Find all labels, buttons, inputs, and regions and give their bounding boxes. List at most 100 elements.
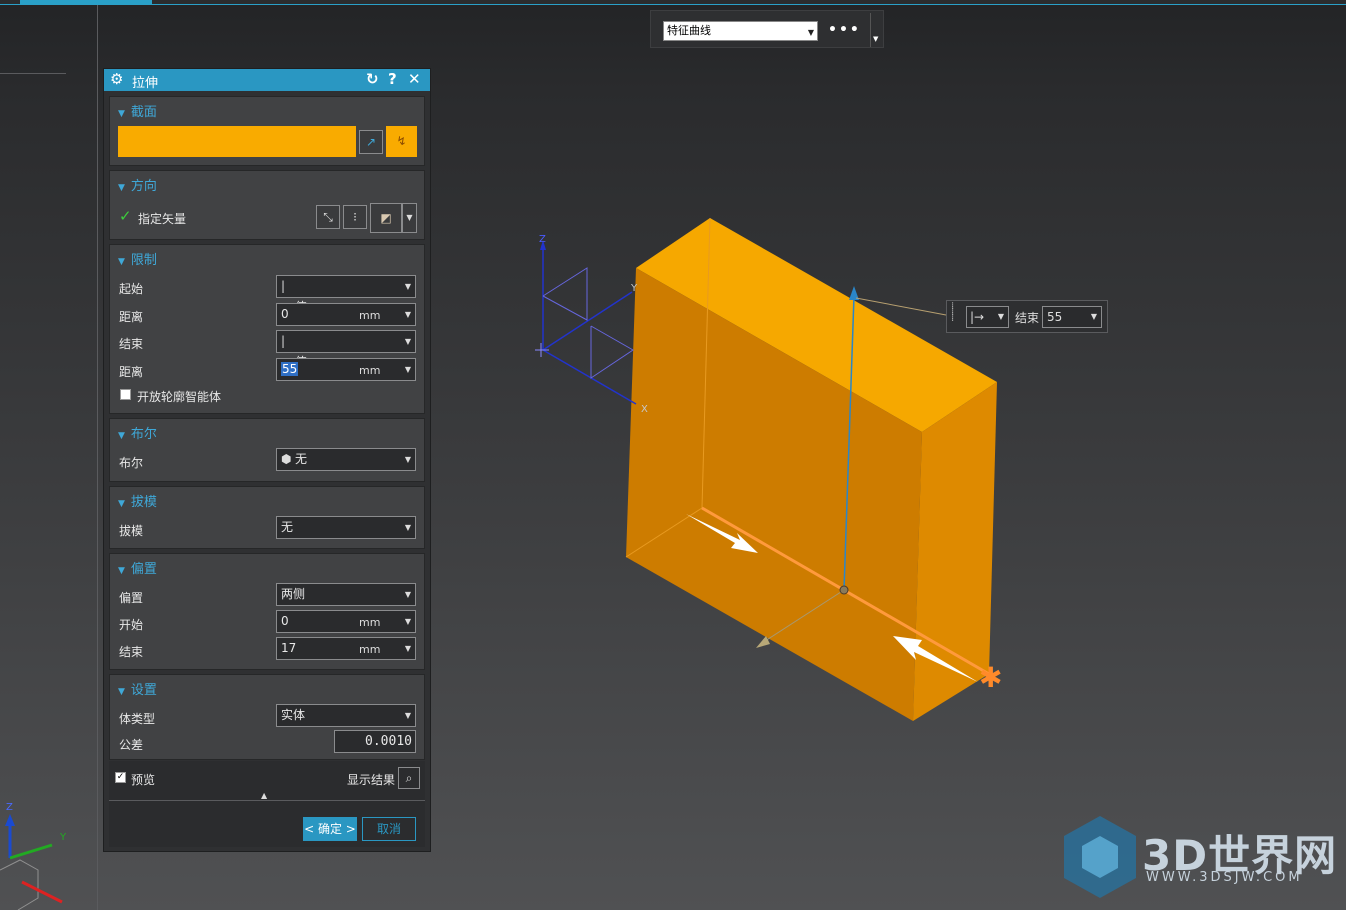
- draft-label: 拔模: [119, 524, 144, 538]
- curve-select-icon: ↯: [396, 134, 407, 148]
- tolerance-input[interactable]: 0.0010: [334, 730, 416, 753]
- view-triad-x-axis: [21, 880, 63, 904]
- face-normal-icon: ◩: [380, 211, 392, 225]
- sketch-section-button[interactable]: ↗: [359, 130, 383, 154]
- direction-group-header[interactable]: ▼ 方向: [118, 175, 157, 194]
- value-limit-icon: |→: [970, 310, 985, 324]
- magnifier-icon: ⌕: [405, 771, 413, 785]
- vector-options-dropdown[interactable]: ▼: [402, 203, 417, 233]
- handle-limit-type-select[interactable]: |→ ▼: [966, 306, 1009, 328]
- view-triad-y-label: Y: [59, 832, 67, 843]
- offset-end-input[interactable]: 17 mm ▼: [276, 637, 416, 660]
- chevron-down-icon: ▼: [404, 617, 411, 626]
- help-icon[interactable]: ?: [388, 70, 397, 88]
- start-distance-label: 距离: [119, 310, 144, 324]
- offset-type-select[interactable]: 两侧 ▼: [276, 583, 416, 606]
- end-distance-label: 距离: [119, 365, 144, 379]
- dialog-titlebar[interactable]: ⚙ 拉伸 ↻ ? ✕: [104, 69, 430, 91]
- reverse-direction-button[interactable]: ⤡: [316, 205, 340, 229]
- chevron-down-icon: ▼: [404, 644, 411, 653]
- boolean-group-header[interactable]: ▼ 布尔: [118, 423, 157, 442]
- wcs-x-axis: [542, 349, 637, 405]
- offset-start-input[interactable]: 0 mm ▼: [276, 610, 416, 633]
- footer-divider: [109, 800, 425, 801]
- chevron-down-icon: ▼: [404, 337, 411, 346]
- direction-group: ▼ 方向 ✓ 指定矢量 ⤡ ⁝ ◩ ▼: [109, 170, 425, 240]
- handle-end-value-input[interactable]: 55 ▼: [1042, 306, 1102, 328]
- section-group-header[interactable]: ▼ 截面: [118, 101, 157, 120]
- offset-label: 偏置: [119, 591, 144, 605]
- reset-icon[interactable]: ↻: [366, 70, 379, 88]
- boolean-group: ▼ 布尔 布尔 ⬢ 无 ▼: [109, 418, 425, 482]
- end-point-marker[interactable]: ✱: [979, 661, 1002, 694]
- vector-icon: ⁝: [353, 210, 357, 224]
- draft-group-header[interactable]: ▼ 拔模: [118, 491, 157, 510]
- settings-group-header[interactable]: ▼ 设置: [118, 679, 157, 698]
- chevron-down-icon: ▼: [997, 312, 1004, 321]
- tolerance-label: 公差: [119, 738, 144, 752]
- collapse-triangle-icon: ▼: [118, 183, 125, 193]
- wcs-plane-outline: [590, 325, 634, 379]
- check-icon: ✓: [119, 207, 132, 225]
- collapse-triangle-icon: ▼: [118, 109, 125, 119]
- view-triad-y-axis: [9, 843, 53, 860]
- wcs-plane-outline: [542, 267, 588, 321]
- end-distance-input[interactable]: 55 mm ▼: [276, 358, 416, 381]
- specify-vector-label: 指定矢量: [138, 212, 187, 226]
- boolean-select[interactable]: ⬢ 无 ▼: [276, 448, 416, 471]
- offset-start-label: 开始: [119, 618, 144, 632]
- chevron-down-icon: ▼: [404, 523, 411, 532]
- chevron-down-icon: ▼: [404, 282, 411, 291]
- view-triad-cube: [0, 859, 39, 910]
- offset-group-header[interactable]: ▼ 偏置: [118, 558, 157, 577]
- chevron-down-icon: ▼: [1090, 312, 1097, 321]
- start-label: 起始: [119, 282, 144, 296]
- wcs-x-label: X: [641, 404, 648, 415]
- open-profile-checkbox[interactable]: [120, 389, 131, 400]
- limits-group-header[interactable]: ▼ 限制: [118, 249, 157, 268]
- collapse-triangle-icon: ▼: [118, 566, 125, 576]
- vector-origin-point[interactable]: [839, 585, 849, 595]
- body-type-label: 体类型: [119, 712, 156, 726]
- curve-select-button[interactable]: ↯: [386, 126, 417, 157]
- offset-group: ▼ 偏置 偏置 两侧 ▼ 开始 0 mm ▼ 结束 17 mm ▼: [109, 553, 425, 670]
- boolean-none-icon: ⬢: [281, 452, 292, 466]
- start-limit-select[interactable]: |→值▼: [276, 275, 416, 314]
- chevron-down-icon: ▼: [404, 455, 411, 464]
- chevron-down-icon: ▼: [404, 590, 411, 599]
- chevron-down-icon: ▼: [404, 365, 411, 374]
- boolean-label: 布尔: [119, 456, 144, 470]
- view-triad-z-arrowhead: [5, 814, 15, 826]
- collapse-up-icon[interactable]: ▲: [261, 791, 267, 800]
- dialog-footer: ✓ 预览 显示结果 ⌕ ▲ < 确定 > 取消: [109, 761, 425, 847]
- draft-group: ▼ 拔模 拔模 无 ▼: [109, 486, 425, 549]
- selected-curve-field[interactable]: [118, 126, 356, 157]
- preview-label: 预览: [131, 773, 156, 787]
- offset-end-label: 结束: [119, 645, 144, 659]
- body-type-select[interactable]: 实体 ▼: [276, 704, 416, 727]
- reverse-arrows-icon: ⤡: [323, 210, 333, 224]
- end-label: 结束: [119, 337, 144, 351]
- chevron-down-icon: ▼: [406, 213, 413, 222]
- settings-group: ▼ 设置 体类型 实体 ▼ 公差 0.0010: [109, 674, 425, 760]
- dialog-title: 拉伸: [132, 76, 159, 91]
- handle-end-label: 结束: [1015, 311, 1040, 325]
- drag-grip-icon[interactable]: ⁞ ⁞ ⁞: [951, 302, 955, 324]
- ok-button[interactable]: < 确定 >: [303, 817, 357, 841]
- cancel-button[interactable]: 取消: [362, 817, 416, 841]
- preview-checkbox[interactable]: ✓: [115, 772, 126, 783]
- collapse-triangle-icon: ▼: [118, 687, 125, 697]
- sketch-section-icon: ↗: [365, 135, 377, 149]
- show-result-button[interactable]: ⌕: [398, 767, 420, 789]
- inferred-vector-button[interactable]: ◩: [370, 203, 402, 233]
- chevron-down-icon: ▼: [404, 711, 411, 720]
- collapse-triangle-icon: ▼: [118, 431, 125, 441]
- draft-select[interactable]: 无 ▼: [276, 516, 416, 539]
- view-triad-z-label: Z: [6, 802, 13, 813]
- end-limit-select[interactable]: |→值▼: [276, 330, 416, 369]
- start-distance-input[interactable]: 0 mm ▼: [276, 303, 416, 326]
- vector-dialog-button[interactable]: ⁝: [343, 205, 367, 229]
- end-limit-handle-panel: ⁞ ⁞ ⁞ |→ ▼ 结束 55 ▼: [946, 300, 1108, 333]
- close-icon[interactable]: ✕: [408, 70, 421, 88]
- collapse-triangle-icon: ▼: [118, 257, 125, 267]
